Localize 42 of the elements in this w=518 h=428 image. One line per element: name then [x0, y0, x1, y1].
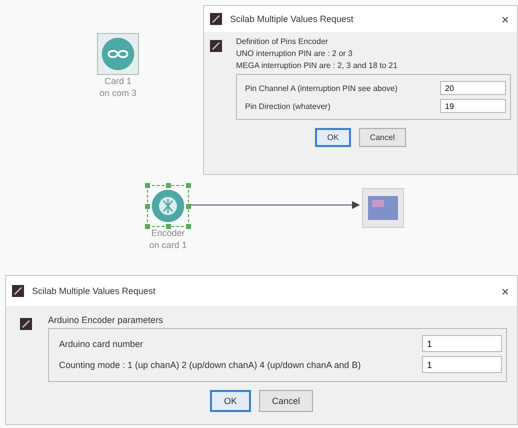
input-field[interactable]: 20 [440, 81, 506, 95]
dialog-button[interactable]: Cancel [259, 390, 314, 412]
description-text: MEGA interruption PIN are : 2, 3 and 18 to 21 [236, 60, 398, 72]
dialog-button[interactable]: OK [210, 390, 251, 412]
dialog-title: Scilab Multiple Values Request [32, 286, 156, 296]
block-label: on card 1 [149, 239, 187, 251]
resize-handle[interactable] [166, 224, 171, 229]
scope-block[interactable] [362, 188, 404, 228]
resize-handle[interactable] [145, 224, 150, 229]
description-text: Arduino Encoder parameters [48, 314, 164, 326]
encoder-icon [150, 188, 186, 224]
close-button[interactable]: × [499, 12, 511, 26]
block-label: Encoder [151, 227, 185, 239]
app-icon [12, 285, 24, 297]
field-label: Pin Direction (whatever) [245, 102, 330, 110]
encoder-block[interactable] [147, 185, 189, 227]
input-field[interactable]: 1 [422, 335, 502, 352]
resize-handle[interactable] [186, 224, 191, 229]
field-label: Pin Channel A (interruption PIN see above) [245, 84, 398, 92]
resize-handle[interactable] [186, 183, 191, 188]
input-field[interactable]: 19 [440, 99, 506, 113]
field-label: Arduino card number [59, 338, 144, 348]
block-label: on com 3 [99, 87, 137, 99]
dialog-title: Scilab Multiple Values Request [230, 14, 354, 24]
dialog-button[interactable]: Cancel [358, 128, 406, 147]
infinity-icon [100, 36, 136, 72]
description-text: UNO interruption PIN are : 2 or 3 [236, 48, 354, 60]
app-icon [210, 40, 222, 52]
close-button[interactable]: × [499, 284, 511, 298]
dialog-button[interactable]: OK [315, 128, 351, 147]
resize-handle[interactable] [145, 183, 150, 188]
description-text: Definition of Pins Encoder [236, 36, 330, 48]
screen-icon [368, 196, 398, 220]
input-field[interactable]: 1 [422, 356, 502, 373]
field-label: Counting mode : 1 (up chanA) 2 (up/down chanA) 4 (up/down chanA and B) [59, 360, 361, 370]
app-icon [210, 13, 222, 25]
app-icon [20, 318, 32, 330]
block-label: Card 1 [104, 75, 132, 87]
resize-handle[interactable] [145, 204, 150, 209]
resize-handle[interactable] [186, 204, 191, 209]
resize-handle[interactable] [166, 183, 171, 188]
card-block[interactable] [97, 33, 139, 75]
